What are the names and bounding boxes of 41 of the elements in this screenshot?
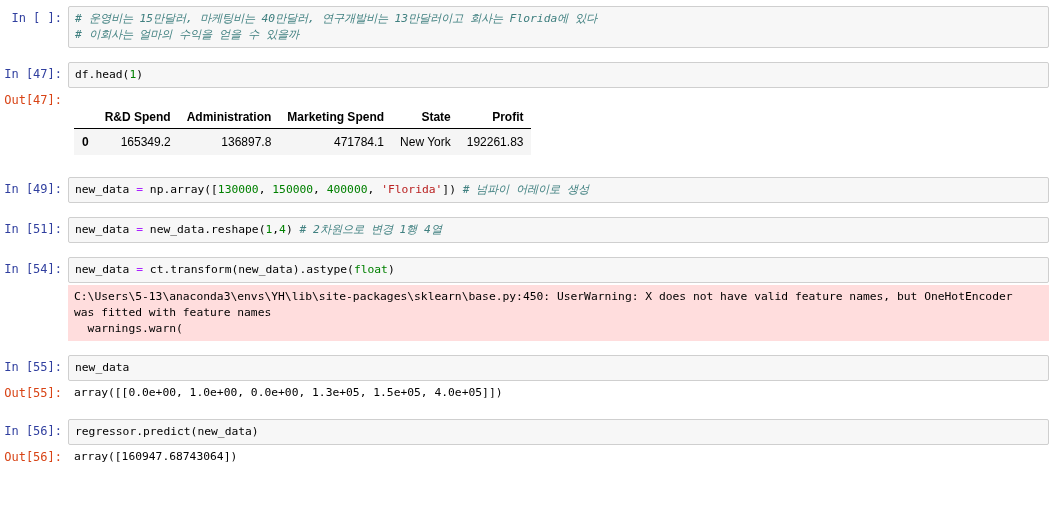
- code-line: # 운영비는 15만달러, 마케팅비는 40만달러, 연구개발비는 13만달러이고 회사는 Florida에 있다: [75, 11, 599, 27]
- input-prompt: In [56]:: [3, 423, 63, 438]
- table-cell: 165349.2: [96, 128, 179, 155]
- code-cell[interactable]: new_data: [68, 355, 1049, 381]
- column-header: State: [392, 106, 459, 129]
- table-cell: 471784.1: [279, 128, 393, 155]
- input-prompt: In [51]:: [3, 221, 63, 236]
- row-index: 0: [74, 128, 97, 155]
- output-line: array([[0.0e+00, 1.0e+00, 0.0e+00, 1.3e+05, 1.5e+05, 4.0e+05]]): [74, 385, 504, 401]
- output-line: warnings.warn(: [86, 321, 184, 337]
- output-line: array([160947.68743064]): [74, 449, 239, 465]
- code-line: regressor.predict(new_data): [75, 424, 260, 440]
- code-cell[interactable]: # 운영비는 15만달러, 마케팅비는 40만달러, 연구개발비는 13만달러이고 회사는 Florida에 있다 # 이회사는 얼마의 수익을 얻을 수 있을까: [68, 6, 1049, 48]
- output-prompt: Out[47]:: [3, 92, 63, 107]
- code-line: df.head(1): [75, 67, 145, 83]
- code-cell[interactable]: df.head(1): [68, 62, 1049, 88]
- code-line: new_data = np.array([130000, 150000, 400000, 'Florida']) # 넘파이 어레이로 생성: [75, 182, 591, 198]
- table-cell: 192261.83: [458, 128, 532, 155]
- table-cell: New York: [392, 128, 459, 155]
- input-prompt: In [ ]:: [10, 10, 63, 25]
- output-line: was fitted with feature names: [74, 305, 273, 321]
- column-header: Profit: [458, 106, 532, 129]
- code-line: new_data: [75, 360, 131, 376]
- code-cell[interactable]: regressor.predict(new_data): [68, 419, 1049, 445]
- code-line: new_data = ct.transform(new_data).astype(float): [75, 262, 396, 278]
- column-header: Marketing Spend: [279, 106, 393, 129]
- code-cell[interactable]: new_data = np.array([130000, 150000, 400000, 'Florida']) # 넘파이 어레이로 생성: [68, 177, 1049, 203]
- column-header: R&D Spend: [96, 106, 179, 129]
- input-prompt: In [49]:: [3, 181, 63, 196]
- input-prompt: In [47]:: [3, 66, 63, 81]
- code-cell[interactable]: new_data = new_data.reshape(1,4) # 2차원으로 변경 1행 4열: [68, 217, 1049, 243]
- input-prompt: In [54]:: [3, 261, 63, 276]
- code-line: new_data = new_data.reshape(1,4) # 2차원으로 변경 1행 4열: [75, 222, 444, 238]
- column-header: Administration: [178, 106, 280, 129]
- code-line: # 이회사는 얼마의 수익을 얻을 수 있을까: [75, 27, 301, 43]
- input-prompt: In [55]:: [3, 359, 63, 374]
- output-prompt: Out[56]:: [3, 449, 63, 464]
- output-line: C:\Users\5-13\anaconda3\envs\YH\lib\site-packages\sklearn\base.py:450: UserWarning: X does not have valid feature names, but OneHotEncoder: [74, 289, 1014, 305]
- output-prompt: Out[55]:: [3, 385, 63, 400]
- table-cell: 136897.8: [178, 128, 280, 155]
- code-cell[interactable]: new_data = ct.transform(new_data).astype(float): [68, 257, 1049, 283]
